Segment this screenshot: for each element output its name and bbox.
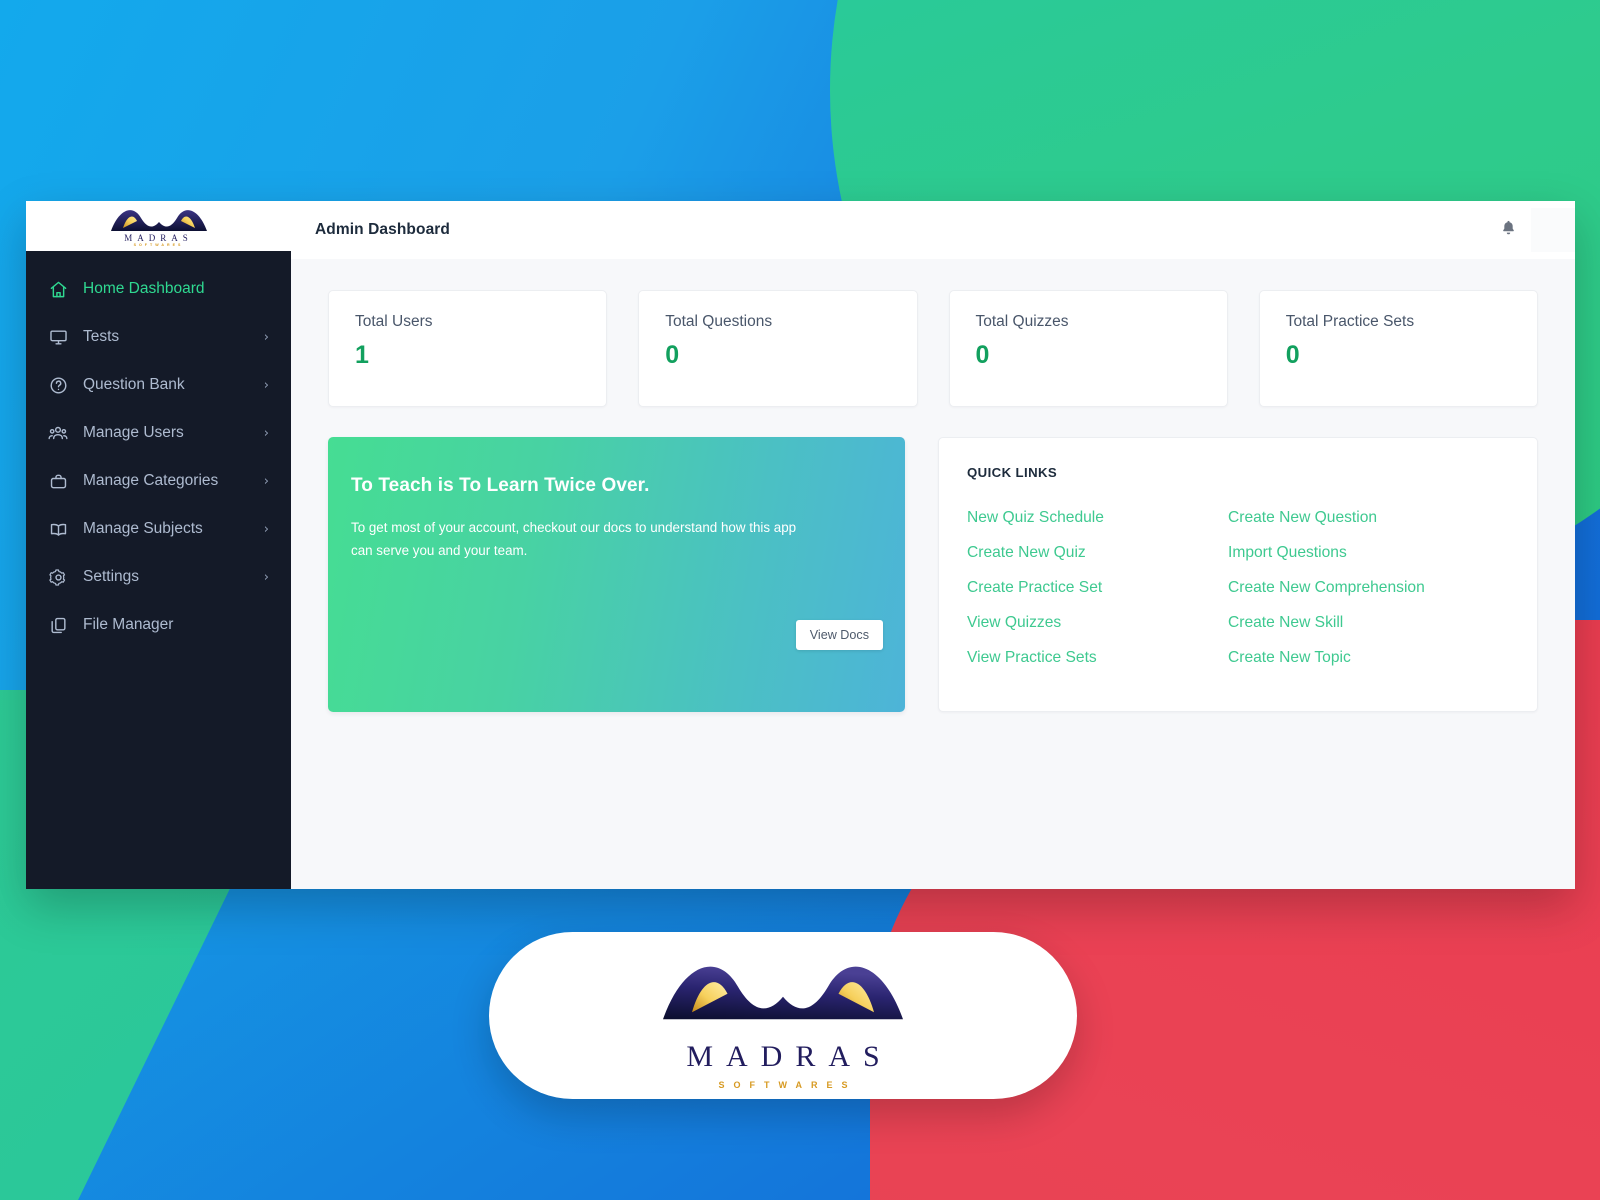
monitor-icon bbox=[47, 326, 69, 348]
stat-card-total-practice-sets: Total Practice Sets 0 bbox=[1258, 290, 1538, 407]
madras-m-logo-glyph bbox=[663, 966, 903, 1019]
sidebar-item-manage-users[interactable]: Manage Users › bbox=[26, 409, 291, 457]
brand-subtitle: SOFTWARES bbox=[718, 1079, 857, 1090]
quick-links-grid: New Quiz Schedule Create New Question Cr… bbox=[967, 500, 1509, 675]
question-circle-icon bbox=[47, 374, 69, 396]
avatar[interactable] bbox=[1531, 208, 1575, 252]
sidebar: MADRAS SOFTWARES Home Dashboard Tests › bbox=[26, 201, 291, 889]
chevron-right-icon: › bbox=[263, 473, 269, 489]
quick-link-create-new-comprehension[interactable]: Create New Comprehension bbox=[1228, 570, 1509, 605]
copy-files-icon bbox=[47, 614, 69, 636]
sidebar-item-label: Manage Subjects bbox=[83, 520, 203, 537]
chevron-right-icon: › bbox=[263, 425, 269, 441]
chevron-right-icon: › bbox=[263, 569, 269, 585]
promo-banner: To Teach is To Learn Twice Over. To get … bbox=[328, 437, 905, 712]
stat-card-total-quizzes: Total Quizzes 0 bbox=[948, 290, 1228, 407]
stat-label: Total Quizzes bbox=[975, 313, 1069, 330]
quick-links-title: QUICK LINKS bbox=[967, 465, 1058, 480]
quick-links-card: QUICK LINKS New Quiz Schedule Create New… bbox=[938, 437, 1538, 712]
sidebar-item-label: File Manager bbox=[83, 616, 174, 633]
quick-link-create-new-skill[interactable]: Create New Skill bbox=[1228, 605, 1509, 640]
page-title: Admin Dashboard bbox=[315, 221, 450, 238]
promo-description: To get most of your account, checkout ou… bbox=[351, 520, 797, 558]
sidebar-item-home-dashboard[interactable]: Home Dashboard bbox=[26, 265, 291, 313]
notifications-button[interactable] bbox=[1485, 201, 1531, 259]
quick-link-create-new-topic[interactable]: Create New Topic bbox=[1228, 640, 1509, 675]
brand-logo-pill: MADRAS SOFTWARES bbox=[489, 932, 1077, 1099]
stat-label: Total Practice Sets bbox=[1285, 313, 1415, 330]
sidebar-item-label: Manage Categories bbox=[83, 472, 219, 489]
chevron-right-icon: › bbox=[263, 329, 269, 345]
brand-subtitle: SOFTWARES bbox=[133, 243, 184, 247]
stats-row: Total Users 1 Total Questions 0 Total Qu… bbox=[328, 290, 1538, 407]
promo-title: To Teach is To Learn Twice Over. bbox=[351, 475, 650, 496]
sidebar-brand[interactable]: MADRAS SOFTWARES bbox=[26, 201, 291, 251]
sidebar-item-tests[interactable]: Tests › bbox=[26, 313, 291, 361]
sidebar-item-manage-categories[interactable]: Manage Categories › bbox=[26, 457, 291, 505]
topbar-actions bbox=[1485, 201, 1575, 259]
sidebar-nav: Home Dashboard Tests › Question Bank › M… bbox=[26, 251, 291, 649]
sidebar-item-file-manager[interactable]: File Manager bbox=[26, 601, 291, 649]
sidebar-item-label: Question Bank bbox=[83, 376, 185, 393]
sidebar-item-label: Manage Users bbox=[83, 424, 184, 441]
quick-link-create-new-quiz[interactable]: Create New Quiz bbox=[967, 535, 1228, 570]
stat-value: 0 bbox=[665, 341, 680, 369]
quick-link-new-quiz-schedule[interactable]: New Quiz Schedule bbox=[967, 500, 1228, 535]
stat-label: Total Users bbox=[355, 313, 433, 330]
sidebar-item-settings[interactable]: Settings › bbox=[26, 553, 291, 601]
topbar: Admin Dashboard bbox=[291, 201, 1575, 259]
main-content: Total Users 1 Total Questions 0 Total Qu… bbox=[291, 259, 1575, 889]
stat-value: 0 bbox=[1285, 341, 1300, 369]
stat-value: 1 bbox=[355, 341, 369, 369]
content-column: Admin Dashboard Total Users 1 Total Ques… bbox=[291, 201, 1575, 889]
book-open-icon bbox=[47, 518, 69, 540]
app-window: MADRAS SOFTWARES Home Dashboard Tests › bbox=[26, 201, 1575, 889]
stat-label: Total Questions bbox=[665, 313, 773, 330]
madras-m-logo: MADRAS SOFTWARES bbox=[109, 205, 209, 247]
bell-icon bbox=[1500, 218, 1517, 242]
home-icon bbox=[47, 278, 69, 300]
chevron-right-icon: › bbox=[263, 377, 269, 393]
stat-value: 0 bbox=[975, 341, 990, 369]
quick-link-create-new-question[interactable]: Create New Question bbox=[1228, 500, 1509, 535]
view-docs-button[interactable]: View Docs bbox=[795, 620, 883, 650]
brand-wordmark: MADRAS bbox=[124, 233, 193, 243]
users-icon bbox=[47, 422, 69, 444]
quick-link-view-quizzes[interactable]: View Quizzes bbox=[967, 605, 1228, 640]
briefcase-icon bbox=[47, 470, 69, 492]
quick-link-import-questions[interactable]: Import Questions bbox=[1228, 535, 1509, 570]
quick-link-create-practice-set[interactable]: Create Practice Set bbox=[967, 570, 1228, 605]
gear-icon bbox=[47, 566, 69, 588]
brand-wordmark: MADRAS bbox=[686, 1039, 893, 1073]
sidebar-item-label: Home Dashboard bbox=[83, 280, 205, 297]
madras-m-logo-glyph bbox=[110, 210, 207, 231]
stat-card-total-users: Total Users 1 bbox=[328, 290, 608, 407]
stat-card-total-questions: Total Questions 0 bbox=[638, 290, 918, 407]
sidebar-item-manage-subjects[interactable]: Manage Subjects › bbox=[26, 505, 291, 553]
quick-link-view-practice-sets[interactable]: View Practice Sets bbox=[967, 640, 1228, 675]
sidebar-item-label: Settings bbox=[83, 568, 140, 585]
second-row: To Teach is To Learn Twice Over. To get … bbox=[328, 437, 1538, 712]
chevron-right-icon: › bbox=[263, 521, 269, 537]
sidebar-item-label: Tests bbox=[83, 328, 120, 345]
madras-logo-large: MADRAS SOFTWARES bbox=[658, 942, 908, 1090]
sidebar-item-question-bank[interactable]: Question Bank › bbox=[26, 361, 291, 409]
